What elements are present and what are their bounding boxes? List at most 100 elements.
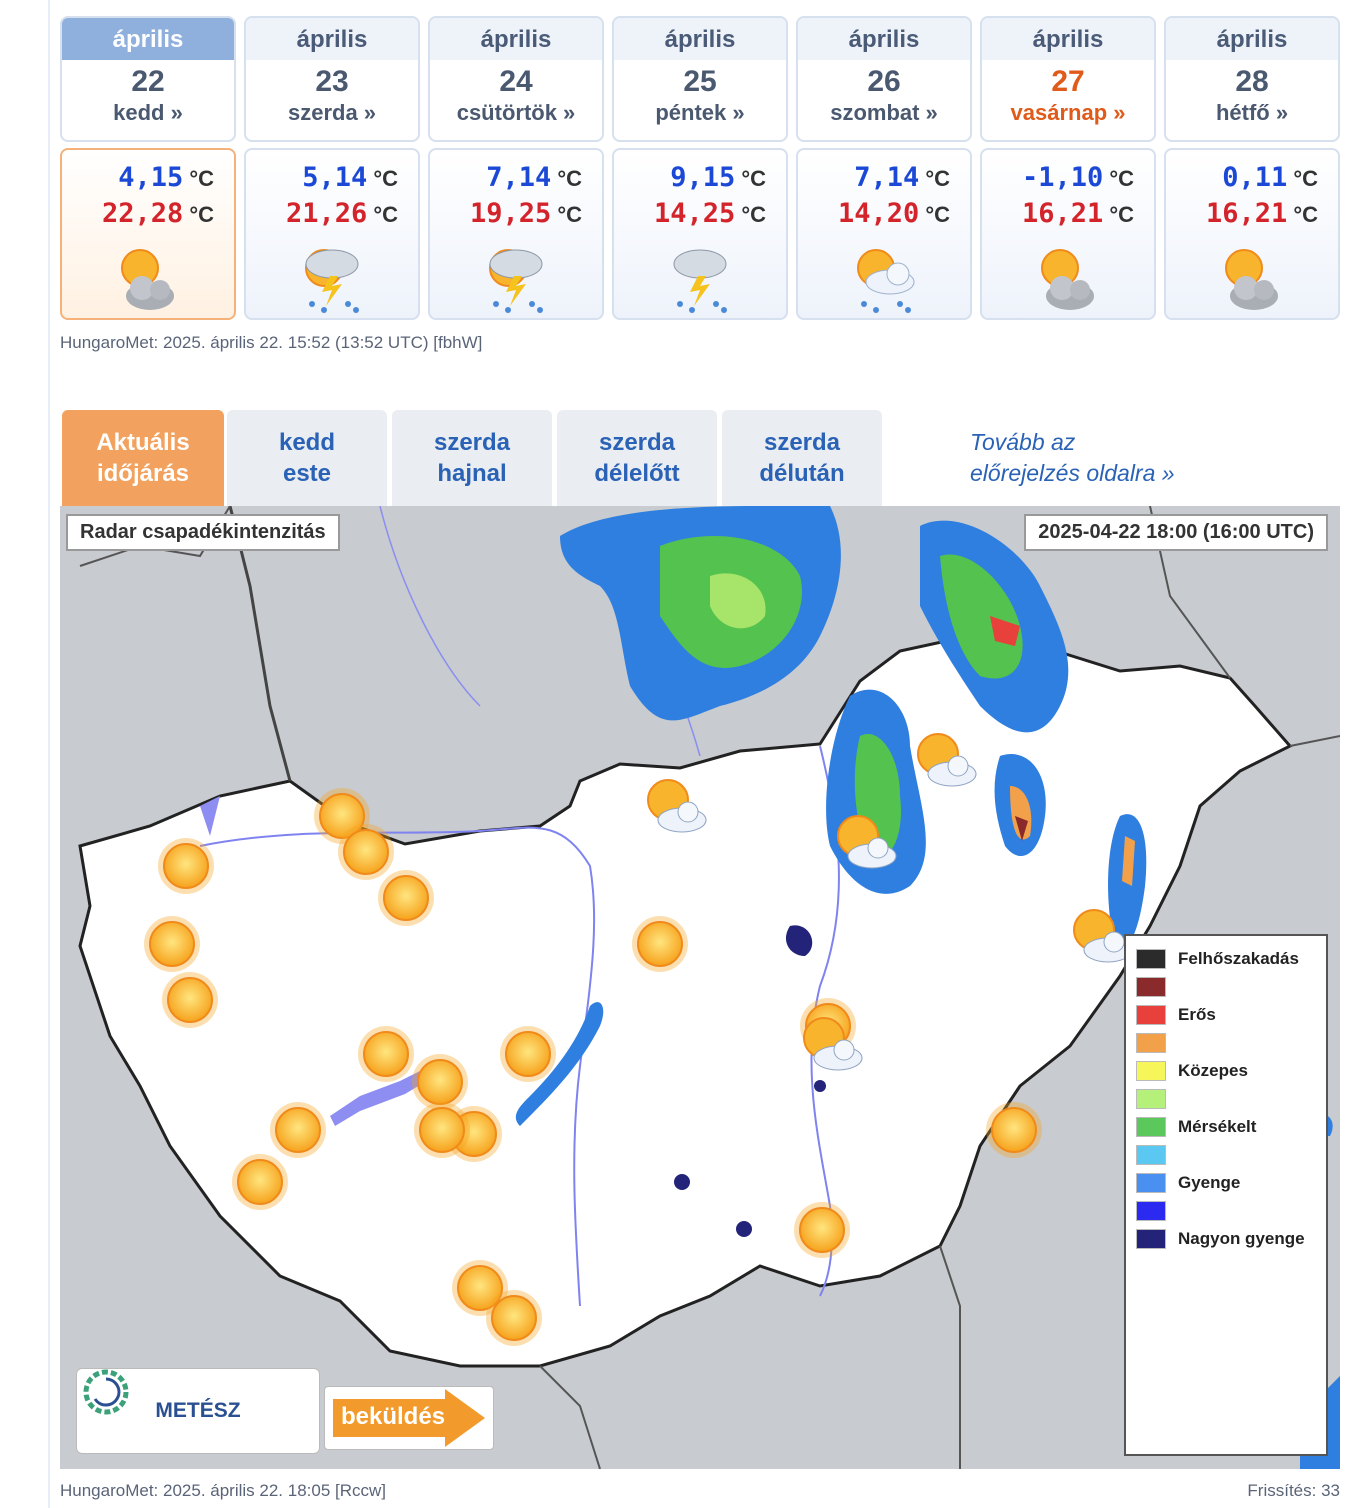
legend-swatch	[1136, 1005, 1166, 1025]
day-forecast-box: 9,15 °C 14,25 °C	[612, 148, 788, 320]
tab-2[interactable]: szerda hajnal	[392, 410, 552, 506]
day-weekday-link[interactable]: csütörtök »	[430, 100, 602, 126]
metesz-logo[interactable]: MET ÉSZ	[76, 1368, 320, 1454]
sun-icon	[162, 972, 218, 1028]
tab-1[interactable]: kedd este	[227, 410, 387, 506]
temp-min-value: 5,14	[302, 162, 368, 193]
day-month: április	[62, 18, 234, 60]
day-number: 23	[315, 65, 349, 98]
temp-unit: °C	[373, 166, 398, 191]
sun-cloud-icon	[1210, 238, 1290, 318]
day-header[interactable]: április 25 péntek »	[612, 16, 788, 142]
radar-map[interactable]: Radar csapadékintenzitás 2025-04-22 18:0…	[60, 506, 1340, 1469]
temp-unit: °C	[1109, 202, 1134, 227]
legend-row: Erős	[1136, 1004, 1216, 1026]
day-month: április	[1166, 18, 1338, 60]
forecast-day-22[interactable]: április 22 kedd » 4,15 °C 22,28 °C	[60, 16, 236, 320]
sun-icon	[414, 1102, 470, 1158]
day-weekday-link[interactable]: péntek »	[614, 100, 786, 126]
day-number: 24	[499, 65, 533, 98]
sun-icon	[486, 1290, 542, 1346]
sun-icon	[986, 1102, 1042, 1158]
temp-max: 21,26 °C	[286, 198, 398, 229]
legend-label: Mérsékelt	[1178, 1117, 1257, 1136]
legend-row: Nagyon gyenge	[1136, 1228, 1305, 1250]
tab-line1: kedd	[278, 429, 335, 456]
day-forecast-box: 7,14 °C 19,25 °C	[428, 148, 604, 320]
temp-unit: °C	[189, 166, 214, 191]
map-label: Radar csapadékintenzitás	[66, 514, 340, 551]
tab-0[interactable]: Aktuális időjárás	[62, 410, 224, 506]
radar-legend: Felhőszakadás Erős Közepes Mérsékelt Gyenge N…	[1124, 934, 1328, 1456]
forecast-day-24[interactable]: április 24 csütörtök » 7,14 °C 19,25 °C	[428, 16, 604, 320]
sun-icon	[158, 838, 214, 894]
day-weekday-link[interactable]: szombat »	[798, 100, 970, 126]
daily-forecast: április 22 kedd » 4,15 °C 22,28 °C április 23 sze…	[60, 16, 1342, 322]
temp-max: 14,25 °C	[654, 198, 766, 229]
day-header[interactable]: április 22 kedd »	[60, 16, 236, 142]
forecast-day-23[interactable]: április 23 szerda » 5,14 °C 21,26 °C	[244, 16, 420, 320]
temp-min: 0,11 °C	[1222, 162, 1318, 193]
day-number: 28	[1235, 65, 1269, 98]
temp-min: 5,14 °C	[302, 162, 398, 193]
day-weekday-link[interactable]: kedd »	[62, 100, 234, 126]
legend-row: Gyenge	[1136, 1172, 1240, 1194]
legend-row: Mérsékelt	[1136, 1116, 1256, 1138]
sun-cloud-icon	[647, 779, 707, 833]
temp-max-value: 19,25	[470, 198, 552, 229]
forecast-day-28[interactable]: április 28 hétfő » 0,11 °C 16,21 °C	[1164, 16, 1340, 320]
day-month: április	[982, 18, 1154, 60]
temp-min-value: 7,14	[854, 162, 920, 193]
temp-max: 16,21 °C	[1022, 198, 1134, 229]
refresh-counter: Frissítés: 33	[1247, 1481, 1340, 1500]
metesz-swirl-icon	[83, 1369, 129, 1415]
forecast-day-27[interactable]: április 27 vasárnap » -1,10 °C 16,21 °C	[980, 16, 1156, 320]
day-header[interactable]: április 23 szerda »	[244, 16, 420, 142]
temp-unit: °C	[373, 202, 398, 227]
temp-min-value: 0,11	[1222, 162, 1288, 193]
day-header[interactable]: április 27 vasárnap »	[980, 16, 1156, 142]
send-report-button[interactable]: beküldés	[324, 1386, 494, 1450]
tab-line1: szerda	[433, 429, 511, 456]
logo-text-right: ÉSZ	[199, 1399, 241, 1422]
temp-max: 19,25 °C	[470, 198, 582, 229]
temp-unit: °C	[557, 166, 582, 191]
temp-min-value: 7,14	[486, 162, 552, 193]
storm-rain-icon	[658, 238, 738, 318]
day-header[interactable]: április 24 csütörtök »	[428, 16, 604, 142]
forecast-meta: HungaroMet: 2025. április 22. 15:52 (13:…	[60, 333, 483, 352]
legend-label: Nagyon gyenge	[1178, 1229, 1305, 1248]
day-header[interactable]: április 28 hétfő »	[1164, 16, 1340, 142]
day-header[interactable]: április 26 szombat »	[796, 16, 972, 142]
day-month: április	[614, 18, 786, 60]
more-forecast-link[interactable]: Tovább az előrejelzés oldalra »	[970, 427, 1175, 489]
sun-cloud-icon	[803, 1017, 863, 1071]
forecast-day-25[interactable]: április 25 péntek » 9,15 °C 14,25 °C	[612, 16, 788, 320]
legend-swatch	[1136, 1229, 1166, 1249]
sun-rain-icon	[842, 238, 922, 318]
day-weekday-link[interactable]: szerda »	[246, 100, 418, 126]
forecast-day-26[interactable]: április 26 szombat » 7,14 °C 14,20 °C	[796, 16, 972, 320]
temp-unit: °C	[557, 202, 582, 227]
sun-icon	[378, 870, 434, 926]
day-forecast-box: 0,11 °C 16,21 °C	[1164, 148, 1340, 320]
tab-4[interactable]: szerda délután	[722, 410, 882, 506]
sun-icon	[232, 1154, 288, 1210]
temp-max-value: 16,21	[1022, 198, 1104, 229]
day-number: 25	[683, 65, 717, 98]
sun-cloud-icon	[917, 733, 977, 787]
temp-min: -1,10 °C	[1022, 162, 1134, 193]
day-weekday-link[interactable]: vasárnap »	[982, 100, 1154, 126]
day-forecast-box: -1,10 °C 16,21 °C	[980, 148, 1156, 320]
tab-3[interactable]: szerda délelőtt	[557, 410, 717, 506]
day-number: 22	[131, 65, 165, 98]
legend-swatch	[1136, 1089, 1166, 1109]
day-weekday-link[interactable]: hétfő »	[1166, 100, 1338, 126]
temp-unit: °C	[1293, 202, 1318, 227]
temp-max: 14,20 °C	[838, 198, 950, 229]
tab-line2: időjárás	[96, 460, 190, 487]
temp-unit: °C	[741, 166, 766, 191]
temp-unit: °C	[1293, 166, 1318, 191]
legend-row	[1136, 1088, 1178, 1110]
legend-label: Gyenge	[1178, 1173, 1241, 1192]
